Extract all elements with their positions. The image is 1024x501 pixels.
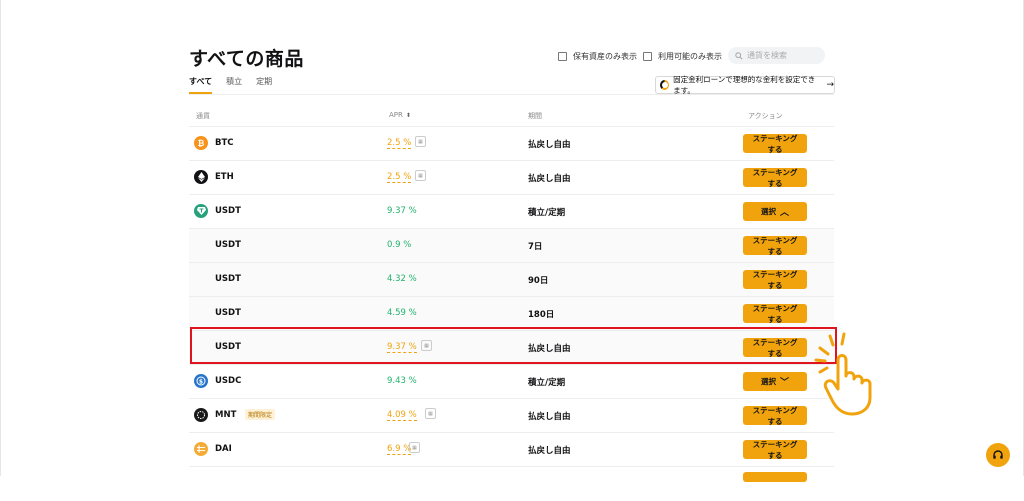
filter-available[interactable]: 利用可能のみ表示: [643, 51, 722, 62]
stake-button[interactable]: ステーキングする: [743, 440, 807, 460]
period-value: 積立/定期: [528, 208, 566, 218]
limited-time-badge: 期間限定: [245, 409, 276, 420]
select-button[interactable]: 選択 ﹀: [743, 372, 807, 391]
period-value: 90日: [528, 276, 549, 286]
calculator-icon[interactable]: ▦: [409, 442, 420, 453]
stake-button[interactable]: ステーキングする: [743, 338, 807, 358]
table-row: DAI 6.9 % ▦ 払戻し自由 ステーキングする: [189, 432, 834, 467]
select-label: 選択: [760, 207, 776, 216]
chevron-down-icon: ﹀: [779, 377, 789, 387]
stake-button[interactable]: ステーキングする: [743, 304, 807, 324]
stake-button[interactable]: ステーキングする: [743, 270, 807, 290]
apr-value[interactable]: 4.09 %: [387, 410, 417, 421]
stake-button[interactable]: ステーキングする: [743, 236, 807, 256]
sort-icon[interactable]: ⬍: [406, 112, 411, 119]
coin-name: USDT: [215, 240, 241, 250]
usdt-icon: [194, 204, 208, 218]
coin-name: USDT: [215, 342, 241, 352]
apr-value: 4.59 %: [387, 308, 417, 318]
table-row: USDT 4.59 % 180日 ステーキングする: [189, 296, 834, 331]
header-coin: 通貨: [196, 112, 210, 120]
search-input[interactable]: [747, 51, 817, 60]
checkbox[interactable]: [558, 52, 567, 61]
rate-icon: [660, 80, 670, 90]
coin-name: MNT: [215, 410, 237, 420]
header-period: 期間: [528, 112, 542, 120]
apr-value: 9.37 %: [387, 206, 417, 216]
svg-text:$: $: [199, 378, 203, 385]
header-apr-label: APR: [389, 111, 403, 119]
coin-name: USDT: [215, 274, 241, 284]
apr-value: 9.43 %: [387, 376, 417, 386]
table-row: USDT 0.9 % 7日 ステーキングする: [189, 228, 834, 263]
search-icon: [735, 51, 743, 60]
pointing-hand-icon: [814, 332, 872, 416]
header-apr[interactable]: APR ⬍: [389, 111, 411, 119]
header-action: アクション: [748, 112, 783, 120]
stake-button-partial[interactable]: [743, 472, 807, 482]
dai-icon: [194, 442, 208, 456]
mnt-icon: [194, 408, 208, 422]
period-value: 払戻し自由: [528, 140, 571, 150]
promo-text: 固定金利ローンで理想的な金利を設定できます。: [673, 75, 816, 95]
apr-value[interactable]: 2.5 %: [387, 138, 412, 149]
coin-name: ETH: [215, 172, 234, 182]
table-row: [189, 466, 834, 501]
calculator-icon[interactable]: ▦: [415, 170, 426, 181]
select-button[interactable]: 選択 ︿: [743, 202, 807, 221]
page-title: すべての商品: [189, 48, 304, 70]
fixed-rate-promo-link[interactable]: 固定金利ローンで理想的な金利を設定できます。 →: [655, 75, 835, 95]
calculator-icon[interactable]: ▦: [415, 136, 426, 147]
apr-value[interactable]: 6.9 %: [387, 444, 412, 455]
arrow-right-icon: →: [826, 80, 834, 90]
filter-held-assets[interactable]: 保有資産のみ表示: [558, 51, 637, 62]
filter-label: 保有資産のみ表示: [573, 52, 637, 61]
btc-icon: ₿: [194, 136, 208, 150]
chevron-up-icon: ︿: [779, 207, 789, 217]
calculator-icon[interactable]: ▦: [421, 340, 432, 351]
period-value: 7日: [528, 242, 543, 252]
coin-name: BTC: [215, 138, 234, 148]
table-row: ETH 2.5 % ▦ 払戻し自由 ステーキングする: [189, 160, 834, 195]
apr-value[interactable]: 2.5 %: [387, 172, 412, 183]
eth-icon: [194, 170, 208, 184]
table-row: USDT 9.37 % ▦ 払戻し自由 ステーキングする: [189, 330, 834, 365]
period-value: 払戻し自由: [528, 344, 571, 354]
tab-savings[interactable]: 積立: [226, 76, 242, 94]
tab-all[interactable]: すべて: [189, 76, 213, 94]
usdc-icon: $: [194, 374, 208, 388]
tabs: すべて 積立 定期: [189, 76, 286, 94]
coin-name: DAI: [215, 444, 232, 454]
stake-button[interactable]: ステーキングする: [743, 406, 807, 426]
table-row: USDT 9.37 % 積立/定期 選択 ︿: [189, 194, 834, 229]
apr-value[interactable]: 9.37 %: [387, 342, 417, 353]
period-value: 180日: [528, 310, 555, 320]
stake-button[interactable]: ステーキングする: [743, 134, 807, 154]
period-value: 払戻し自由: [528, 446, 571, 456]
period-value: 払戻し自由: [528, 174, 571, 184]
headset-icon: [993, 450, 1003, 459]
table-row: $ USDC 9.43 % 積立/定期 選択 ﹀: [189, 364, 834, 399]
checkbox[interactable]: [643, 52, 652, 61]
table-row: MNT 期間限定 4.09 % ▦ 払戻し自由 ステーキングする: [189, 398, 834, 433]
coin-name: USDT: [215, 206, 241, 216]
stake-button[interactable]: ステーキングする: [743, 168, 807, 188]
calculator-icon[interactable]: ▦: [425, 408, 436, 419]
left-border: [0, 0, 1, 476]
apr-value: 0.9 %: [387, 240, 412, 250]
select-label: 選択: [760, 377, 776, 386]
apr-value: 4.32 %: [387, 274, 417, 284]
search-box[interactable]: [728, 47, 825, 64]
coin-name: USDC: [215, 376, 242, 386]
filter-label: 利用可能のみ表示: [658, 52, 722, 61]
support-chat-button[interactable]: [986, 443, 1010, 467]
coin-name: USDT: [215, 308, 241, 318]
tab-fixed[interactable]: 定期: [256, 76, 272, 94]
table-row: ₿ BTC 2.5 % ▦ 払戻し自由 ステーキングする: [189, 126, 834, 161]
period-value: 積立/定期: [528, 378, 566, 388]
table-row: USDT 4.32 % 90日 ステーキングする: [189, 262, 834, 297]
period-value: 払戻し自由: [528, 412, 571, 422]
